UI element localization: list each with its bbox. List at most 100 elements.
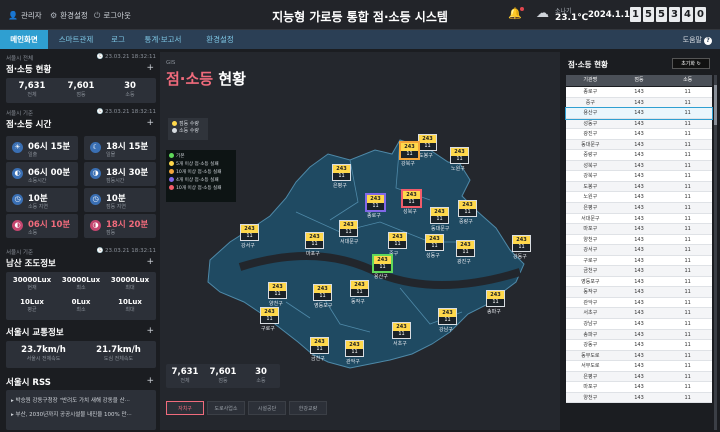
plus-icon[interactable]: +	[146, 118, 154, 128]
district-marker[interactable]: 243 11	[332, 164, 351, 181]
district-marker[interactable]: 243 11	[313, 284, 332, 301]
lamp-on-icon: ◑	[90, 220, 101, 231]
tab-han-bridge[interactable]: 한강교량	[289, 401, 327, 415]
table-row[interactable]: 종로구 143 11	[566, 87, 712, 98]
district-label: 강동구	[513, 254, 527, 260]
table-row[interactable]: 도봉구 143 11	[566, 181, 712, 193]
table-row[interactable]: 동부도로 143 11	[566, 350, 712, 362]
district-label: 서초구	[393, 341, 407, 347]
table-row[interactable]: 중구 143 11	[566, 97, 712, 109]
table-row[interactable]: 강남구 143 11	[566, 319, 712, 330]
table-row[interactable]: 성북구 143 11	[566, 160, 712, 172]
plus-icon[interactable]: +	[146, 257, 154, 267]
table-row[interactable]: 관악구 143 11	[566, 297, 712, 309]
tab-log[interactable]: 로그	[104, 30, 132, 49]
district-marker[interactable]: 243 11	[400, 142, 419, 159]
white-dot-icon	[172, 128, 177, 133]
map-stats: 7,631 전체 7,601 점등 30 소등	[166, 364, 280, 388]
table-row[interactable]: 마포구 143 11	[566, 224, 712, 235]
tab-district[interactable]: 자치구	[166, 401, 204, 415]
district-label: 중랑구	[459, 219, 473, 225]
table-cell: 143	[634, 310, 644, 317]
table-row[interactable]: 광진구 143 11	[566, 129, 712, 140]
admin-link[interactable]: 👤 관리자	[8, 10, 42, 21]
district-marker[interactable]: 243 11	[366, 194, 385, 211]
district-marker[interactable]: 243 11	[339, 220, 358, 237]
district-marker[interactable]: 243 11	[373, 255, 392, 272]
scroll-thumb[interactable]	[714, 85, 717, 125]
district-marker[interactable]: 243 11	[345, 340, 364, 357]
district-marker[interactable]: 243 11	[240, 224, 259, 241]
district-marker[interactable]: 243 11	[392, 322, 411, 339]
table-row[interactable]: 강북구 143 11	[566, 171, 712, 182]
district-marker[interactable]: 243 11	[350, 280, 369, 297]
table-cell: 143	[634, 363, 644, 370]
table-row[interactable]: 서초구 143 11	[566, 308, 712, 320]
bell-icon[interactable]: 🔔	[508, 7, 524, 20]
district-marker[interactable]: 243 11	[310, 337, 329, 354]
table-cell: 11	[684, 173, 691, 180]
table-cell: 11	[684, 162, 691, 169]
district-marker[interactable]: 243 11	[458, 200, 477, 217]
table-cell: 143	[634, 236, 644, 243]
table-row[interactable]: 성동구 143 11	[566, 118, 712, 130]
reset-button[interactable]: 초기화 ↻	[672, 58, 710, 69]
district-label: 성동구	[426, 253, 440, 259]
district-marker[interactable]: 243 11	[486, 290, 505, 307]
district-marker[interactable]: 243 11	[430, 207, 449, 224]
table-row[interactable]: 강서구 143 11	[566, 245, 712, 256]
tab-road-office[interactable]: 도로사업소	[207, 401, 245, 415]
table-row[interactable]: 양천구 143 11	[566, 392, 712, 404]
purple-dot-icon	[169, 177, 174, 182]
tab-main[interactable]: 메인화면	[0, 30, 48, 49]
table-row[interactable]: 동작구 143 11	[566, 287, 712, 298]
table-row[interactable]: 영등포구 143 11	[566, 276, 712, 288]
district-marker[interactable]: 243 11	[268, 282, 287, 299]
tab-facility-corp[interactable]: 시설공단	[248, 401, 286, 415]
settings-link[interactable]: ⚙ 환경설정	[50, 10, 88, 21]
district-marker[interactable]: 243 11	[402, 190, 421, 207]
table-row[interactable]: 은평구 143 11	[566, 203, 712, 214]
table-row[interactable]: 노원구 143 11	[566, 192, 712, 204]
table-row[interactable]: 동대문구 143 11	[566, 139, 712, 151]
plus-icon[interactable]: +	[146, 376, 154, 386]
help-button[interactable]: 도움말?	[683, 35, 712, 45]
table-cell: 143	[634, 384, 644, 391]
district-marker[interactable]: 243 11	[512, 235, 531, 252]
table-row[interactable]: 중랑구 143 11	[566, 150, 712, 161]
district-marker[interactable]: 243 11	[418, 134, 437, 151]
plus-icon[interactable]: +	[146, 63, 154, 73]
table-row[interactable]: 양천구 143 11	[566, 234, 712, 246]
table-row[interactable]: 송파구 143 11	[566, 329, 712, 341]
rss-item[interactable]: ▸ 박승원 강동구청장 "반려도 가치 새해 강동을 산···	[11, 396, 151, 404]
left-panel: 서울시 전체 🕓 23.03.21 18:32:11 점·소등 현황 + 7,6…	[6, 54, 156, 430]
table-row[interactable]: 금천구 143 11	[566, 266, 712, 277]
table-cell: 11	[684, 247, 691, 254]
table-row[interactable]: 구로구 143 11	[566, 255, 712, 267]
tab-settings[interactable]: 환경설정	[194, 30, 246, 49]
district-marker[interactable]: 243 11	[305, 232, 324, 249]
table-cell: 11	[684, 352, 691, 359]
district-marker[interactable]: 243 11	[260, 307, 279, 324]
logout-link[interactable]: ⏻ 로그아웃	[94, 10, 131, 21]
district-marker[interactable]: 243 11	[450, 147, 469, 164]
plus-icon[interactable]: +	[146, 326, 154, 336]
table-row[interactable]: 용산구 143 11	[565, 107, 713, 120]
table-row[interactable]: 서부도로 143 11	[566, 361, 712, 372]
table-cell: 강북구	[583, 173, 598, 180]
district-marker[interactable]: 243 11	[388, 232, 407, 249]
tab-statistics[interactable]: 통계·보고서	[132, 30, 194, 49]
table-cell: 11	[684, 384, 691, 391]
district-marker[interactable]: 243 11	[438, 308, 457, 325]
table-row[interactable]: 서대문구 143 11	[566, 213, 712, 225]
district-marker[interactable]: 243 11	[425, 234, 444, 251]
table-cell: 143	[634, 299, 644, 306]
district-label: 서대문구	[340, 239, 359, 245]
table-row[interactable]: 은평구 143 11	[566, 371, 712, 383]
rss-item[interactable]: ▸ 부산, 2030년까지 공공시설물 내진율 100% 만···	[11, 410, 151, 418]
scrollbar[interactable]	[714, 75, 717, 430]
tab-smart-control[interactable]: 스마트관제	[48, 30, 104, 49]
table-row[interactable]: 마포구 143 11	[566, 382, 712, 393]
district-marker[interactable]: 243 11	[456, 240, 475, 257]
table-row[interactable]: 강동구 143 11	[566, 340, 712, 351]
